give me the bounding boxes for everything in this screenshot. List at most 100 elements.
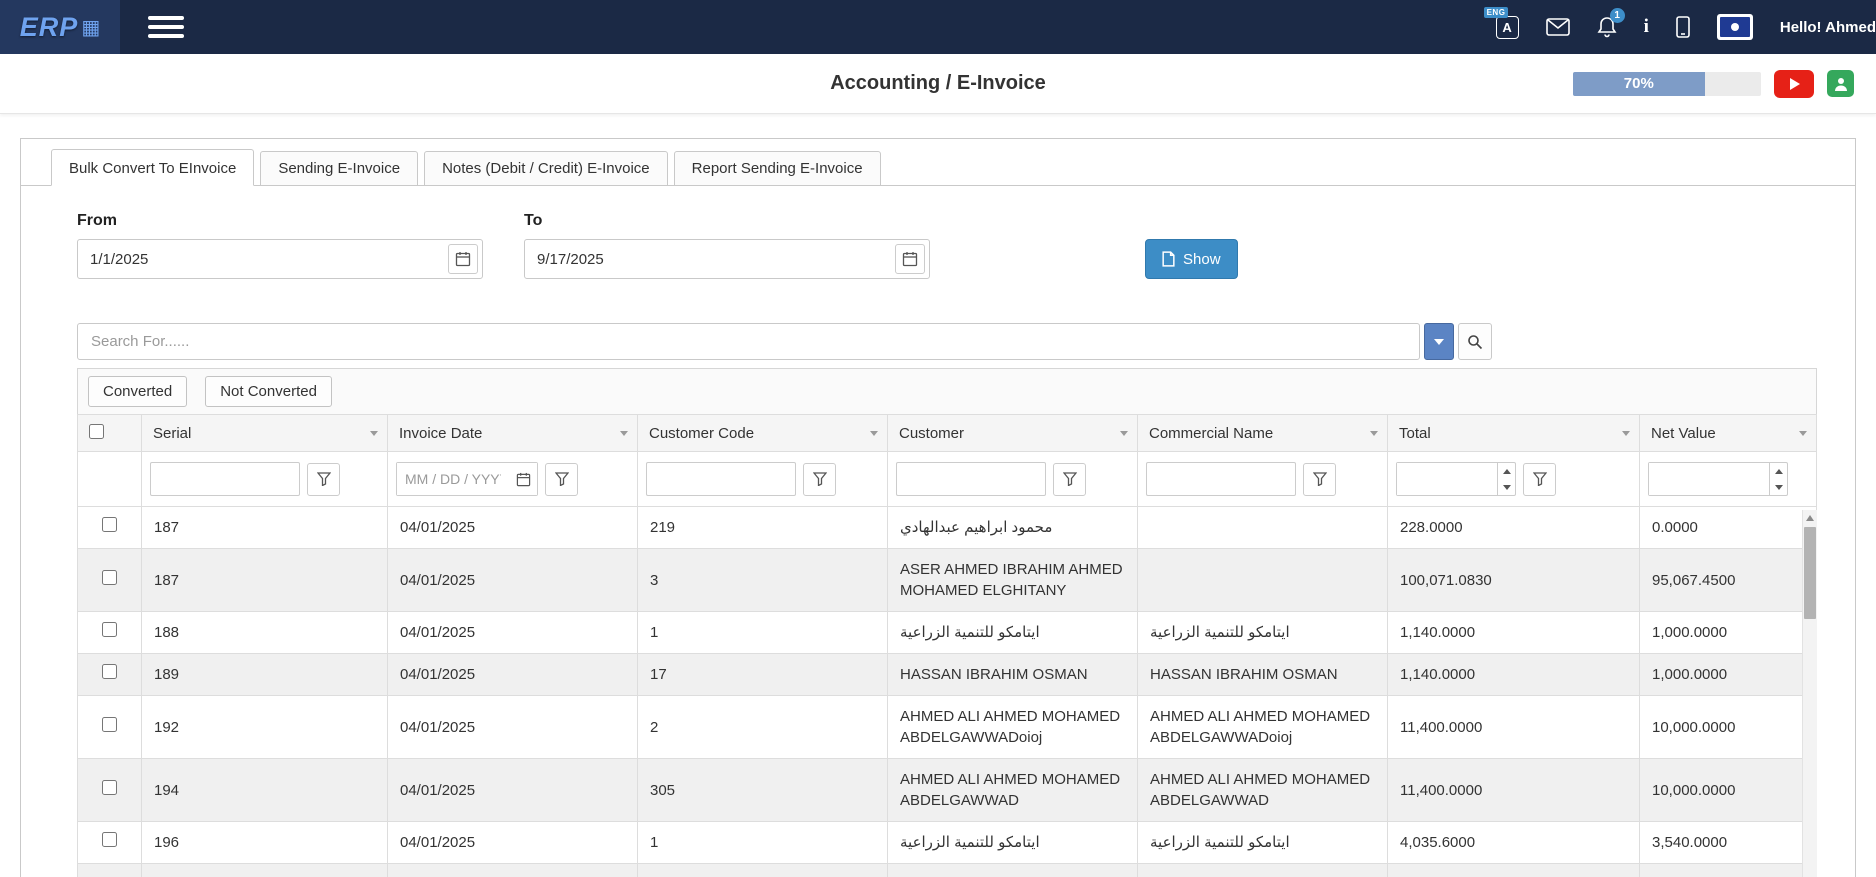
row-checkbox[interactable] bbox=[102, 622, 117, 637]
search-dropdown-button[interactable] bbox=[1424, 323, 1454, 360]
total-filter-button[interactable] bbox=[1523, 463, 1556, 496]
progress-label: 70% bbox=[1624, 75, 1654, 92]
column-header-commercial-name[interactable]: Commercial Name bbox=[1138, 415, 1388, 452]
converted-button[interactable]: Converted bbox=[88, 376, 187, 407]
column-header-total[interactable]: Total bbox=[1388, 415, 1640, 452]
cell-total: 1,140.0000 bbox=[1388, 654, 1640, 696]
commercial-name-filter-button[interactable] bbox=[1303, 463, 1336, 496]
tab-sending-einvoice[interactable]: Sending E-Invoice bbox=[260, 151, 418, 186]
row-checkbox-cell bbox=[78, 759, 142, 822]
to-date-input[interactable] bbox=[524, 239, 930, 279]
column-header-serial[interactable]: Serial bbox=[142, 415, 388, 452]
cell-total: 4,035.6000 bbox=[1388, 822, 1640, 864]
filter-icon bbox=[1063, 472, 1077, 486]
not-converted-button[interactable]: Not Converted bbox=[205, 376, 332, 407]
spinner-down-icon[interactable] bbox=[1770, 479, 1787, 495]
row-checkbox-cell bbox=[78, 696, 142, 759]
invoice-date-filter-button[interactable] bbox=[545, 463, 578, 496]
contacts-icon[interactable] bbox=[1827, 70, 1854, 97]
row-checkbox[interactable] bbox=[102, 517, 117, 532]
customer-filter-button[interactable] bbox=[1053, 463, 1086, 496]
table-row: 19604/01/20251ايتامكو للتنمية الزراعيةاي… bbox=[78, 822, 1817, 864]
tab-notes-einvoice[interactable]: Notes (Debit / Credit) E-Invoice bbox=[424, 151, 668, 186]
to-calendar-button[interactable] bbox=[895, 244, 925, 274]
show-button[interactable]: Show bbox=[1145, 239, 1238, 279]
row-checkbox[interactable] bbox=[102, 664, 117, 679]
search-bar bbox=[77, 323, 1492, 360]
logo-text: ERP bbox=[20, 12, 79, 43]
spinner-up-icon[interactable] bbox=[1770, 463, 1787, 479]
cell-total: 100,071.0830 bbox=[1388, 549, 1640, 612]
row-checkbox[interactable] bbox=[102, 780, 117, 795]
table-row: 19204/01/20252AHMED ALI AHMED MOHAMED AB… bbox=[78, 696, 1817, 759]
chevron-down-icon bbox=[1434, 339, 1444, 345]
spinner-up-icon[interactable] bbox=[1498, 463, 1515, 479]
invoice-date-filter-input[interactable] bbox=[397, 463, 509, 495]
scrollbar-thumb[interactable] bbox=[1804, 527, 1816, 619]
cell-date: 04/01/2025 bbox=[388, 549, 638, 612]
total-spinner[interactable] bbox=[1497, 463, 1515, 495]
search-button[interactable] bbox=[1458, 323, 1492, 360]
from-date-input[interactable] bbox=[77, 239, 483, 279]
app-logo[interactable]: ERP ▦ bbox=[0, 0, 120, 54]
grid-toolbar: Converted Not Converted bbox=[77, 368, 1817, 414]
column-header-net-value[interactable]: Net Value bbox=[1640, 415, 1817, 452]
mail-icon[interactable] bbox=[1546, 18, 1570, 36]
cell-customer: AHMED ALI AHMED MOHAMED ABDELGAWWADoioj bbox=[888, 696, 1138, 759]
search-input[interactable] bbox=[77, 323, 1420, 360]
row-checkbox-cell bbox=[78, 612, 142, 654]
filter-icon bbox=[317, 472, 331, 486]
cell-code: 17 bbox=[638, 654, 888, 696]
row-checkbox[interactable] bbox=[102, 717, 117, 732]
spinner-down-icon[interactable] bbox=[1498, 479, 1515, 495]
serial-filter-input[interactable] bbox=[150, 462, 300, 496]
cell-commercial: HASSAN IBRAHIM OSMAN bbox=[1138, 654, 1388, 696]
play-icon bbox=[1790, 78, 1800, 90]
chevron-down-icon bbox=[870, 431, 878, 436]
row-checkbox[interactable] bbox=[102, 832, 117, 847]
cell-net: 1,000.0000 bbox=[1640, 654, 1817, 696]
net-value-filter-input[interactable] bbox=[1649, 463, 1769, 495]
table-filter-row bbox=[78, 452, 1817, 507]
row-checkbox-cell bbox=[78, 864, 142, 877]
table-row: 19704/01/20254ALEEN MOHAMMAD ISMAIL RADI… bbox=[78, 864, 1817, 877]
commercial-name-filter-input[interactable] bbox=[1146, 462, 1296, 496]
column-header-invoice-date[interactable]: Invoice Date bbox=[388, 415, 638, 452]
bell-icon[interactable]: 1 bbox=[1597, 16, 1617, 38]
cell-code: 2 bbox=[638, 696, 888, 759]
invoice-grid: Converted Not Converted Serial Invoice D… bbox=[77, 368, 1817, 877]
chevron-down-icon bbox=[1799, 431, 1807, 436]
tab-report-sending[interactable]: Report Sending E-Invoice bbox=[674, 151, 881, 186]
table-header-row: Serial Invoice Date Customer Code Custom… bbox=[78, 415, 1817, 452]
customer-filter-input[interactable] bbox=[896, 462, 1046, 496]
menu-icon[interactable] bbox=[148, 11, 184, 43]
flag-avatar[interactable] bbox=[1717, 14, 1753, 40]
serial-filter-button[interactable] bbox=[307, 463, 340, 496]
cell-net: 10,000.0000 bbox=[1640, 759, 1817, 822]
tab-bulk-convert[interactable]: Bulk Convert To EInvoice bbox=[51, 149, 254, 186]
cell-serial: 188 bbox=[142, 612, 388, 654]
total-filter-input[interactable] bbox=[1397, 463, 1497, 495]
from-calendar-button[interactable] bbox=[448, 244, 478, 274]
invoice-date-calendar-button[interactable] bbox=[509, 463, 537, 495]
logo-grid-icon: ▦ bbox=[81, 15, 100, 40]
select-all-checkbox[interactable] bbox=[89, 424, 104, 439]
info-icon[interactable]: i bbox=[1644, 16, 1649, 38]
youtube-icon[interactable] bbox=[1774, 70, 1814, 98]
table-scrollbar[interactable] bbox=[1802, 510, 1817, 877]
column-header-customer-code[interactable]: Customer Code bbox=[638, 415, 888, 452]
language-icon[interactable]: ENG A bbox=[1496, 16, 1519, 39]
column-header-customer[interactable]: Customer bbox=[888, 415, 1138, 452]
cell-commercial: ايتامكو للتنمية الزراعية bbox=[1138, 612, 1388, 654]
mobile-icon[interactable] bbox=[1676, 16, 1690, 38]
scroll-up-icon[interactable] bbox=[1803, 510, 1817, 525]
row-checkbox[interactable] bbox=[102, 570, 117, 585]
chevron-down-icon bbox=[370, 431, 378, 436]
chevron-down-icon bbox=[620, 431, 628, 436]
cell-net: 3,540.0000 bbox=[1640, 822, 1817, 864]
net-value-spinner[interactable] bbox=[1769, 463, 1787, 495]
customer-code-filter-input[interactable] bbox=[646, 462, 796, 496]
customer-code-filter-button[interactable] bbox=[803, 463, 836, 496]
table-body: 18704/01/2025219محمود ابراهيم عبدالهادي2… bbox=[78, 507, 1817, 877]
from-field-group: From bbox=[77, 212, 483, 279]
